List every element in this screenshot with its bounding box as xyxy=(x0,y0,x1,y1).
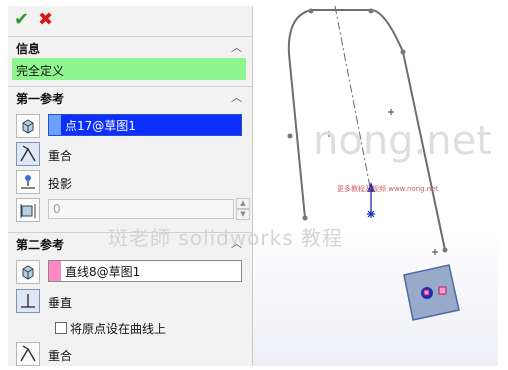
origin-on-curve-label[interactable]: 将原点设在曲线上 xyxy=(70,320,166,337)
graphics-area[interactable]: nong.net 更多教程及视频 www.nong.net xyxy=(253,6,498,366)
origin-on-curve-checkbox[interactable] xyxy=(55,322,67,334)
ref1-entity-field[interactable]: 点17@草图1 xyxy=(48,114,242,136)
sketch-point[interactable] xyxy=(368,8,374,14)
origin-star xyxy=(367,210,375,218)
sketch-point[interactable] xyxy=(308,8,314,14)
ref1-color-swatch xyxy=(49,115,61,135)
close-icon[interactable]: ✖ xyxy=(38,9,53,30)
watermark-small: 更多教程及视频 www.nong.net xyxy=(337,185,439,193)
distance-input[interactable]: 0 xyxy=(48,199,234,219)
pink-handle[interactable] xyxy=(423,289,430,296)
sketch-point[interactable] xyxy=(287,133,293,139)
sketch-point[interactable] xyxy=(302,215,308,221)
coincident-icon[interactable] xyxy=(16,342,40,366)
ref1-title: 第一参考 xyxy=(16,92,65,106)
spin-up-icon[interactable]: ▲ xyxy=(236,198,250,209)
sketch-point[interactable] xyxy=(400,49,406,55)
distance-icon[interactable] xyxy=(16,198,40,222)
status-message: 完全定义 xyxy=(12,58,246,80)
ref2-entity-field[interactable]: 直线8@草图1 xyxy=(48,260,242,282)
window: ✔ ✖ 信息 ︿ 完全定义 第一参考 ︿ 点17@草图1 重合 投影 0 ▲ ▼… xyxy=(0,0,508,370)
centerline[interactable] xyxy=(334,6,372,193)
check-icon[interactable]: ✔ xyxy=(14,9,29,30)
pink-handle[interactable] xyxy=(438,286,447,295)
perpendicular-icon[interactable] xyxy=(16,289,40,313)
chevron-up-icon[interactable]: ︿ xyxy=(231,89,242,105)
status-text: 完全定义 xyxy=(16,64,65,78)
ref1-section-header[interactable]: 第一参考 ︿ xyxy=(8,86,252,107)
watermark-site: nong.net xyxy=(313,118,492,164)
chevron-up-icon[interactable]: ︿ xyxy=(231,39,242,55)
ref2-entity-text: 直线8@草图1 xyxy=(65,265,141,279)
cube-icon[interactable] xyxy=(16,260,40,284)
spin-down-icon[interactable]: ▼ xyxy=(236,209,250,220)
projection-icon[interactable] xyxy=(16,170,40,194)
plus-marker xyxy=(432,249,438,255)
relation-projection-label[interactable]: 投影 xyxy=(48,175,72,192)
relation-coincident-label-2[interactable]: 重合 xyxy=(48,347,72,364)
ref2-color-swatch xyxy=(49,261,61,281)
property-manager: ✔ ✖ 信息 ︿ 完全定义 第一参考 ︿ 点17@草图1 重合 投影 0 ▲ ▼… xyxy=(8,6,253,366)
top-toolbar: ✔ ✖ xyxy=(8,6,252,34)
ref1-entity-text: 点17@草图1 xyxy=(65,119,136,133)
ref2-title: 第二参考 xyxy=(16,238,65,252)
relation-perpendicular-label[interactable]: 垂直 xyxy=(48,294,72,311)
plus-marker xyxy=(388,109,394,115)
sketch-point[interactable] xyxy=(442,247,448,253)
coincident-icon[interactable] xyxy=(16,142,40,166)
distance-value: 0 xyxy=(53,202,61,216)
info-section-header[interactable]: 信息 ︿ xyxy=(8,36,252,57)
relation-coincident-label[interactable]: 重合 xyxy=(48,147,72,164)
info-title: 信息 xyxy=(16,42,41,56)
watermark-caption: 斑老師 solidworks 教程 xyxy=(108,226,343,250)
cube-icon[interactable] xyxy=(16,114,40,138)
